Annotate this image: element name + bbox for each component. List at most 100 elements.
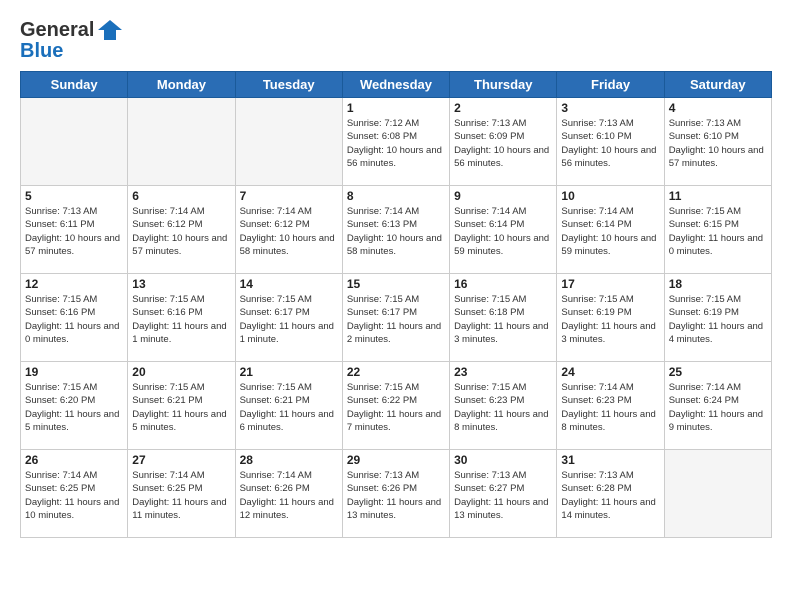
day-cell-6: 6 Sunrise: 7:14 AMSunset: 6:12 PMDaylight… (128, 186, 235, 274)
day-number: 6 (132, 189, 230, 203)
sun-info: Sunrise: 7:15 AMSunset: 6:17 PMDaylight:… (347, 293, 445, 346)
day-number: 10 (561, 189, 659, 203)
weekday-header-wednesday: Wednesday (342, 72, 449, 98)
day-number: 20 (132, 365, 230, 379)
header: General Blue (20, 16, 772, 63)
sun-info: Sunrise: 7:15 AMSunset: 6:15 PMDaylight:… (669, 205, 767, 258)
week-row-3: 12 Sunrise: 7:15 AMSunset: 6:16 PMDayligh… (21, 274, 772, 362)
day-cell-11: 11Sunrise: 7:15 AMSunset: 6:15 PMDayligh… (664, 186, 771, 274)
day-cell-21: 21 Sunrise: 7:15 AMSunset: 6:21 PMDayligh… (235, 362, 342, 450)
day-number: 1 (347, 101, 445, 115)
sun-info: Sunrise: 7:14 AMSunset: 6:25 PMDaylight:… (25, 469, 123, 522)
day-cell-29: 29 Sunrise: 7:13 AMSunset: 6:26 PMDayligh… (342, 450, 449, 538)
day-cell-14: 14 Sunrise: 7:15 AMSunset: 6:17 PMDayligh… (235, 274, 342, 362)
sun-info: Sunrise: 7:14 AMSunset: 6:26 PMDaylight:… (240, 469, 338, 522)
day-number: 29 (347, 453, 445, 467)
day-cell-13: 13 Sunrise: 7:15 AMSunset: 6:16 PMDayligh… (128, 274, 235, 362)
sun-info: Sunrise: 7:14 AMSunset: 6:23 PMDaylight:… (561, 381, 659, 434)
day-number: 15 (347, 277, 445, 291)
day-number: 25 (669, 365, 767, 379)
week-row-5: 26 Sunrise: 7:14 AMSunset: 6:25 PMDayligh… (21, 450, 772, 538)
sun-info: Sunrise: 7:13 AMSunset: 6:27 PMDaylight:… (454, 469, 552, 522)
page: General Blue SundayMondayTuesdayWednesda… (0, 0, 792, 612)
weekday-header-thursday: Thursday (450, 72, 557, 98)
day-number: 22 (347, 365, 445, 379)
day-cell-7: 7Sunrise: 7:14 AMSunset: 6:12 PMDaylight… (235, 186, 342, 274)
day-number: 16 (454, 277, 552, 291)
day-cell-10: 10 Sunrise: 7:14 AMSunset: 6:14 PMDayligh… (557, 186, 664, 274)
day-number: 14 (240, 277, 338, 291)
sun-info: Sunrise: 7:15 AMSunset: 6:21 PMDaylight:… (132, 381, 230, 434)
day-number: 18 (669, 277, 767, 291)
day-cell-20: 20 Sunrise: 7:15 AMSunset: 6:21 PMDayligh… (128, 362, 235, 450)
day-cell-1: 1 Sunrise: 7:12 AMSunset: 6:08 PMDaylight… (342, 98, 449, 186)
sun-info: Sunrise: 7:15 AMSunset: 6:22 PMDaylight:… (347, 381, 445, 434)
weekday-header-friday: Friday (557, 72, 664, 98)
empty-cell (664, 450, 771, 538)
sun-info: Sunrise: 7:14 AMSunset: 6:12 PMDaylight:… (132, 205, 230, 258)
sun-info: Sunrise: 7:15 AMSunset: 6:19 PMDaylight:… (561, 293, 659, 346)
sun-info: Sunrise: 7:13 AMSunset: 6:09 PMDaylight:… (454, 117, 552, 170)
sun-info: Sunrise: 7:15 AMSunset: 6:16 PMDaylight:… (132, 293, 230, 346)
day-number: 8 (347, 189, 445, 203)
day-cell-30: 30 Sunrise: 7:13 AMSunset: 6:27 PMDayligh… (450, 450, 557, 538)
weekday-header-saturday: Saturday (664, 72, 771, 98)
day-number: 23 (454, 365, 552, 379)
day-number: 2 (454, 101, 552, 115)
weekday-header-row: SundayMondayTuesdayWednesdayThursdayFrid… (21, 72, 772, 98)
day-cell-18: 18 Sunrise: 7:15 AMSunset: 6:19 PMDayligh… (664, 274, 771, 362)
sun-info: Sunrise: 7:13 AMSunset: 6:26 PMDaylight:… (347, 469, 445, 522)
day-number: 27 (132, 453, 230, 467)
sun-info: Sunrise: 7:12 AMSunset: 6:08 PMDaylight:… (347, 117, 445, 170)
sun-info: Sunrise: 7:14 AMSunset: 6:13 PMDaylight:… (347, 205, 445, 258)
sun-info: Sunrise: 7:15 AMSunset: 6:17 PMDaylight:… (240, 293, 338, 346)
day-cell-25: 25 Sunrise: 7:14 AMSunset: 6:24 PMDayligh… (664, 362, 771, 450)
day-number: 21 (240, 365, 338, 379)
sun-info: Sunrise: 7:14 AMSunset: 6:14 PMDaylight:… (454, 205, 552, 258)
sun-info: Sunrise: 7:15 AMSunset: 6:16 PMDaylight:… (25, 293, 123, 346)
weekday-header-monday: Monday (128, 72, 235, 98)
sun-info: Sunrise: 7:15 AMSunset: 6:21 PMDaylight:… (240, 381, 338, 434)
sun-info: Sunrise: 7:15 AMSunset: 6:20 PMDaylight:… (25, 381, 123, 434)
day-number: 28 (240, 453, 338, 467)
logo: General Blue (20, 16, 124, 63)
day-cell-17: 17 Sunrise: 7:15 AMSunset: 6:19 PMDayligh… (557, 274, 664, 362)
day-cell-4: 4 Sunrise: 7:13 AMSunset: 6:10 PMDaylight… (664, 98, 771, 186)
day-cell-5: 5Sunrise: 7:13 AMSunset: 6:11 PMDaylight… (21, 186, 128, 274)
day-cell-16: 16 Sunrise: 7:15 AMSunset: 6:18 PMDayligh… (450, 274, 557, 362)
day-number: 3 (561, 101, 659, 115)
calendar-table: SundayMondayTuesdayWednesdayThursdayFrid… (20, 71, 772, 538)
day-number: 31 (561, 453, 659, 467)
week-row-4: 19Sunrise: 7:15 AMSunset: 6:20 PMDayligh… (21, 362, 772, 450)
day-number: 30 (454, 453, 552, 467)
empty-cell (128, 98, 235, 186)
day-number: 17 (561, 277, 659, 291)
empty-cell (235, 98, 342, 186)
day-number: 4 (669, 101, 767, 115)
sun-info: Sunrise: 7:14 AMSunset: 6:25 PMDaylight:… (132, 469, 230, 522)
day-cell-15: 15 Sunrise: 7:15 AMSunset: 6:17 PMDayligh… (342, 274, 449, 362)
sun-info: Sunrise: 7:15 AMSunset: 6:23 PMDaylight:… (454, 381, 552, 434)
day-cell-2: 2 Sunrise: 7:13 AMSunset: 6:09 PMDaylight… (450, 98, 557, 186)
day-cell-8: 8 Sunrise: 7:14 AMSunset: 6:13 PMDaylight… (342, 186, 449, 274)
sun-info: Sunrise: 7:15 AMSunset: 6:18 PMDaylight:… (454, 293, 552, 346)
day-cell-27: 27 Sunrise: 7:14 AMSunset: 6:25 PMDayligh… (128, 450, 235, 538)
day-cell-24: 24Sunrise: 7:14 AMSunset: 6:23 PMDayligh… (557, 362, 664, 450)
week-row-1: 1 Sunrise: 7:12 AMSunset: 6:08 PMDaylight… (21, 98, 772, 186)
day-number: 26 (25, 453, 123, 467)
day-number: 13 (132, 277, 230, 291)
day-cell-9: 9 Sunrise: 7:14 AMSunset: 6:14 PMDaylight… (450, 186, 557, 274)
sun-info: Sunrise: 7:14 AMSunset: 6:24 PMDaylight:… (669, 381, 767, 434)
sun-info: Sunrise: 7:15 AMSunset: 6:19 PMDaylight:… (669, 293, 767, 346)
week-row-2: 5Sunrise: 7:13 AMSunset: 6:11 PMDaylight… (21, 186, 772, 274)
sun-info: Sunrise: 7:14 AMSunset: 6:14 PMDaylight:… (561, 205, 659, 258)
logo-icon (96, 16, 124, 44)
day-number: 12 (25, 277, 123, 291)
day-number: 5 (25, 189, 123, 203)
day-cell-12: 12 Sunrise: 7:15 AMSunset: 6:16 PMDayligh… (21, 274, 128, 362)
empty-cell (21, 98, 128, 186)
sun-info: Sunrise: 7:13 AMSunset: 6:10 PMDaylight:… (669, 117, 767, 170)
day-cell-3: 3Sunrise: 7:13 AMSunset: 6:10 PMDaylight… (557, 98, 664, 186)
day-number: 9 (454, 189, 552, 203)
weekday-header-sunday: Sunday (21, 72, 128, 98)
